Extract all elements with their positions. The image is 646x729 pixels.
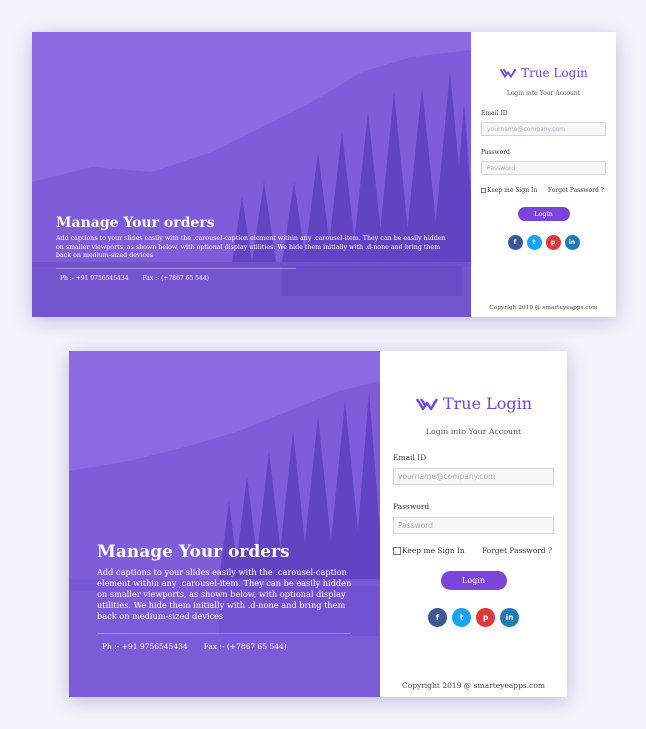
keep-signed-in-option[interactable]: Keep me Sign In bbox=[393, 546, 465, 555]
true-login-logo-icon bbox=[415, 397, 438, 410]
caption-divider bbox=[56, 267, 296, 269]
hero-panel: Manage Your orders Add captions to your … bbox=[32, 32, 471, 317]
brand-logo: True Login bbox=[393, 394, 554, 413]
caption-divider bbox=[97, 633, 351, 635]
password-field[interactable]: Password bbox=[393, 517, 554, 534]
forgot-password-link[interactable]: Forget Password ? bbox=[548, 187, 604, 194]
login-subtitle: Login into Your Account bbox=[506, 90, 581, 97]
forgot-password-link[interactable]: Forget Password ? bbox=[482, 546, 552, 555]
password-field[interactable]: Password bbox=[481, 161, 606, 175]
password-label: Password bbox=[393, 502, 430, 511]
contact-info: Ph :- +91 9756545434 Fax :- (+7867 65 54… bbox=[102, 642, 358, 651]
brand-name: True Login bbox=[442, 394, 533, 413]
linkedin-icon[interactable]: in bbox=[500, 608, 519, 627]
pinterest-icon[interactable]: p bbox=[545, 235, 561, 250]
login-mockup-compact: Manage Your orders Add captions to your … bbox=[69, 351, 567, 697]
hero-title: Manage Your orders bbox=[56, 215, 215, 231]
login-button[interactable]: Login bbox=[517, 207, 570, 221]
hero-panel: Manage Your orders Add captions to your … bbox=[69, 351, 380, 697]
hero-caption: Manage Your orders Add captions to your … bbox=[56, 215, 451, 282]
hero-description: Add captions to your slides easily with … bbox=[97, 567, 352, 622]
login-button[interactable]: Login bbox=[440, 571, 507, 590]
login-panel: True Login Login into Your Account Email… bbox=[380, 351, 567, 697]
phone-text: Ph :- +91 9756545434 bbox=[102, 642, 188, 652]
fax-text: Fax :- (+7867 65 544) bbox=[142, 274, 209, 282]
password-label: Password bbox=[481, 149, 510, 156]
true-login-logo-icon bbox=[499, 68, 517, 78]
login-options-row: Keep me Sign In Forget Password ? bbox=[393, 546, 554, 555]
keep-signed-in-checkbox[interactable] bbox=[393, 546, 401, 555]
twitter-icon[interactable]: t bbox=[452, 608, 471, 627]
copyright-footer: Copyright 2019 @ smarteyeapps.com bbox=[402, 681, 545, 690]
linkedin-icon[interactable]: in bbox=[564, 235, 580, 250]
login-options-row: Keep me Sign In Forget Password ? bbox=[481, 187, 606, 194]
hero-description: Add captions to your slides easily with … bbox=[56, 235, 446, 259]
social-links: f t p in bbox=[393, 608, 554, 627]
brand-name: True Login bbox=[521, 66, 588, 80]
contact-info: Ph :- +91 9756545434 Fax :- (+7867 65 54… bbox=[60, 275, 451, 282]
login-panel: True Login Login into Your Account Email… bbox=[471, 32, 616, 317]
fax-text: Fax :- (+7867 65 544) bbox=[203, 642, 287, 652]
email-label: Email ID bbox=[393, 453, 427, 462]
keep-signed-in-label: Keep me Sign In bbox=[402, 546, 465, 555]
social-links: f t p in bbox=[481, 235, 606, 250]
keep-signed-in-label: Keep me Sign In bbox=[487, 187, 538, 194]
hero-title: Manage Your orders bbox=[97, 542, 290, 562]
email-label: Email ID bbox=[481, 110, 508, 117]
twitter-icon[interactable]: t bbox=[526, 235, 542, 250]
email-field[interactable]: yourname@company.com bbox=[393, 468, 554, 485]
hero-caption: Manage Your orders Add captions to your … bbox=[97, 542, 358, 651]
email-field[interactable]: yourname@company.com bbox=[481, 122, 606, 136]
brand-logo: True Login bbox=[481, 66, 606, 80]
pinterest-icon[interactable]: p bbox=[476, 608, 495, 627]
keep-signed-in-option[interactable]: Keep me Sign In bbox=[481, 187, 537, 194]
login-mockup-wide: Manage Your orders Add captions to your … bbox=[32, 32, 616, 317]
phone-text: Ph :- +91 9756545434 bbox=[60, 274, 129, 282]
facebook-icon[interactable]: f bbox=[428, 608, 447, 627]
facebook-icon[interactable]: f bbox=[507, 235, 523, 250]
login-subtitle: Login into Your Account bbox=[425, 427, 522, 436]
copyright-footer: Copyrigh 2019 @ smarteyeapps.com bbox=[489, 305, 598, 311]
keep-signed-in-checkbox[interactable] bbox=[481, 188, 486, 193]
